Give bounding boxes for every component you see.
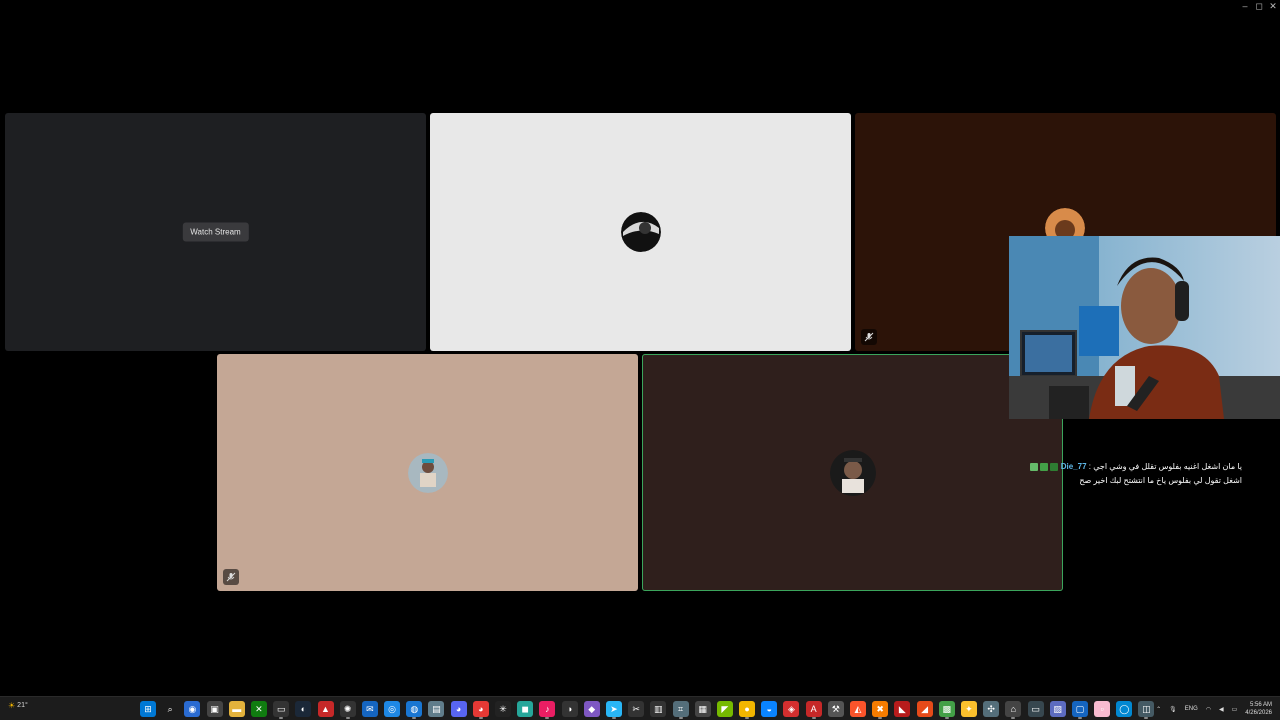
copilot-icon[interactable]: ◉	[184, 701, 201, 717]
mute-badge	[223, 569, 239, 585]
chat-overlay: يا مان اشغل اغنيه بفلوس تقلل في وشي اجي …	[1020, 460, 1242, 488]
maximize-button[interactable]: ◻	[1252, 0, 1266, 12]
badge-app-icon[interactable]: ✦	[960, 701, 977, 717]
microphone-icon[interactable]: 🎙	[1169, 706, 1177, 713]
clock-date: 4/26/2026	[1245, 710, 1272, 716]
battery-icon[interactable]: ▭	[1232, 706, 1238, 713]
ai-app-icon[interactable]: ✣	[983, 701, 1000, 717]
game-orange-icon[interactable]: ◢	[916, 701, 933, 717]
taskbar-apps: ⊞ ⌕ ◉ ▣ ▬ ✕ ▭ ◐ ▲ ✺ ✉ ◎ ◍ ▤ ◕ ◕ ✳ ◼ ♪ ◑ ◆ ➤ ✂ ▥ ⌗ ▦ ◤ ● ◒ ◈ A ⚒ ◭ ✖ ◣ ◢ ▩ ✦ ✣ ⌂…	[140, 700, 1161, 719]
minimize-button[interactable]: –	[1238, 0, 1252, 12]
grid-app-icon[interactable]: ▩	[938, 701, 955, 719]
participant-avatar	[620, 212, 661, 252]
participant-avatar	[829, 449, 876, 496]
react-devtools-icon[interactable]: ✳	[495, 701, 511, 717]
tiktok-icon[interactable]: ♪	[539, 701, 556, 719]
telegram-icon[interactable]: ➤	[605, 701, 622, 719]
chat-badges	[1030, 462, 1059, 471]
steam-icon[interactable]: ◐	[295, 701, 312, 717]
volume-icon[interactable]: ◀	[1219, 706, 1224, 713]
game-app-icon[interactable]: ▲	[317, 701, 334, 717]
network-app-icon[interactable]: ⌗	[672, 701, 689, 719]
system-tray: ⌃ 🎙 ENG ◠ ◀ ▭ 5:56 AM 4/26/2026	[1156, 699, 1272, 719]
language-indicator[interactable]: ENG	[1185, 706, 1198, 712]
game-red-icon[interactable]: ◣	[894, 701, 911, 717]
participant-tile-tan[interactable]	[217, 354, 638, 591]
globe-icon[interactable]: ◯	[1116, 701, 1133, 717]
webcam-feed	[1009, 236, 1280, 419]
window-controls: – ◻ ✕	[1238, 0, 1280, 12]
mute-badge	[861, 329, 877, 345]
home-icon[interactable]: ⌂	[1005, 701, 1022, 719]
mail-icon[interactable]: ✉	[361, 701, 378, 717]
weather-icon: ☀	[8, 701, 16, 710]
wifi-icon[interactable]: ◠	[1206, 706, 1211, 713]
blender-icon[interactable]: ✖	[872, 701, 889, 719]
window-app-icon[interactable]: ▢	[1071, 701, 1088, 719]
discord-canary-icon[interactable]: ◕	[472, 701, 489, 719]
chrome-icon[interactable]: ●	[739, 701, 756, 719]
adobe-icon[interactable]: A	[805, 701, 822, 719]
stream-tile[interactable]: Watch Stream	[5, 113, 426, 351]
photos-icon[interactable]: ▦	[694, 701, 711, 717]
code-icon[interactable]: ▥	[650, 701, 667, 717]
muted-mic-icon	[226, 572, 236, 582]
close-button[interactable]: ✕	[1266, 0, 1280, 12]
brave-icon[interactable]: ◭	[850, 701, 866, 717]
chat-message-continuation: اشغل تقول لي بفلوس ياخ ما انتشتح لبك اخي…	[1079, 476, 1242, 485]
photo-viewer-icon[interactable]: ▨	[1049, 701, 1066, 717]
steelseries-icon[interactable]: ✺	[339, 701, 356, 719]
notepad-icon[interactable]: ▤	[428, 701, 445, 717]
participant-tile-white[interactable]	[430, 113, 851, 351]
participant-avatar	[407, 452, 448, 493]
nvidia-icon[interactable]: ◤	[716, 701, 733, 717]
gift-badge-icon	[1030, 462, 1039, 471]
task-view-icon[interactable]: ▣	[206, 701, 223, 717]
clock[interactable]: 5:56 AM 4/26/2026	[1245, 701, 1272, 717]
tray-chevron-icon[interactable]: ⌃	[1156, 706, 1161, 713]
discord-icon[interactable]: ◕	[450, 701, 467, 717]
weather-widget[interactable]: ☀ 21°	[8, 701, 28, 710]
capcut-icon[interactable]: ✂	[628, 701, 645, 717]
plus-badge-icon	[1040, 462, 1049, 471]
app-green-icon[interactable]: ◼	[517, 701, 534, 717]
watch-stream-button[interactable]: Watch Stream	[182, 222, 249, 242]
clock-time: 5:56 AM	[1249, 702, 1272, 708]
terminal-icon[interactable]: ▭	[273, 701, 290, 719]
pink-app-icon[interactable]: ▫	[1094, 701, 1111, 717]
chat-message: يا مان اشغل اغنيه بفلوس تقلل في وشي اجي …	[1020, 460, 1242, 488]
edge-dev-icon[interactable]: ◍	[406, 701, 423, 719]
xbox-icon[interactable]: ✕	[250, 701, 267, 717]
muted-mic-icon	[864, 332, 874, 342]
weather-temperature: 21°	[17, 702, 28, 709]
participant-tile-speaking[interactable]	[642, 354, 1063, 591]
subscriber-badge-icon	[1050, 462, 1059, 471]
taskbar: ☀ 21° ⊞ ⌕ ◉ ▣ ▬ ✕ ▭ ◐ ▲ ✺ ✉ ◎ ◍ ▤ ◕ ◕ ✳ ◼ ♪ ◑ ◆ ➤ ✂ ▥ ⌗ ▦ ◤ ● ◒ ◈ A ⚒ ◭ ✖…	[0, 696, 1280, 720]
file-explorer-icon[interactable]: ▬	[228, 701, 245, 717]
start-icon[interactable]: ⊞	[140, 701, 156, 717]
browser-app-icon[interactable]: ◎	[384, 701, 401, 717]
chat-separator: :	[1088, 462, 1091, 471]
webcam-overlay	[1009, 236, 1280, 419]
capture-app-icon[interactable]: ◫	[1138, 701, 1155, 719]
search-icon[interactable]: ⌕	[162, 701, 178, 717]
dev-app-icon[interactable]: ◆	[583, 701, 600, 717]
edge-icon[interactable]: ◒	[761, 701, 778, 717]
obs-icon[interactable]: ◑	[561, 701, 578, 717]
riot-icon[interactable]: ◈	[783, 701, 800, 717]
chat-message-text: يا مان اشغل اغنيه بفلوس تقلل في وشي اجي	[1093, 462, 1242, 471]
chat-username: Die_77	[1060, 462, 1087, 471]
remote-desktop-icon[interactable]: ▭	[1027, 701, 1044, 717]
tools-icon[interactable]: ⚒	[827, 701, 844, 717]
